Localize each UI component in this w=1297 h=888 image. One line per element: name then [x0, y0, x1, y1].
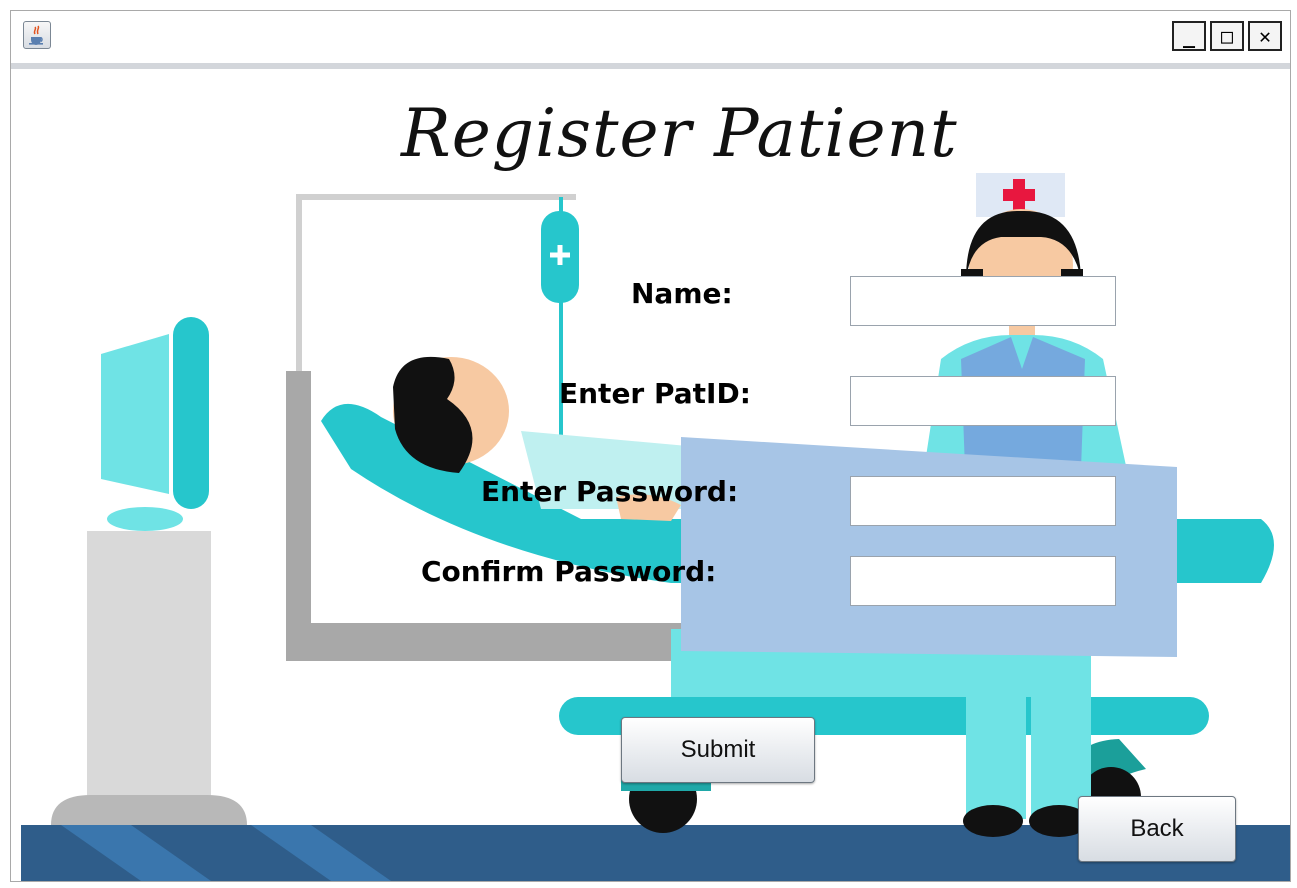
back-button[interactable]: Back — [1078, 796, 1236, 862]
password-label: Enter Password: — [481, 475, 739, 508]
password-field[interactable] — [850, 476, 1116, 526]
content-panel: Register Patient Name: Enter PatID: Ente… — [21, 69, 1290, 881]
app-window: _ □ ✕ Register Patient Name: Enter PatID… — [10, 10, 1291, 882]
title-bar: _ □ ✕ — [11, 11, 1290, 69]
close-button[interactable]: ✕ — [1248, 21, 1282, 51]
page-title: Register Patient — [401, 95, 958, 172]
confirm-password-field[interactable] — [850, 556, 1116, 606]
confirm-password-label: Confirm Password: — [421, 555, 717, 588]
submit-button[interactable]: Submit — [621, 717, 815, 783]
patid-label: Enter PatID: — [559, 377, 751, 410]
minimize-button[interactable]: _ — [1172, 21, 1206, 51]
name-field[interactable] — [850, 276, 1116, 326]
patid-field[interactable] — [850, 376, 1116, 426]
java-cup-icon — [23, 21, 51, 49]
maximize-button[interactable]: □ — [1210, 21, 1244, 51]
window-controls: _ □ ✕ — [1172, 21, 1282, 51]
name-label: Name: — [631, 277, 733, 310]
